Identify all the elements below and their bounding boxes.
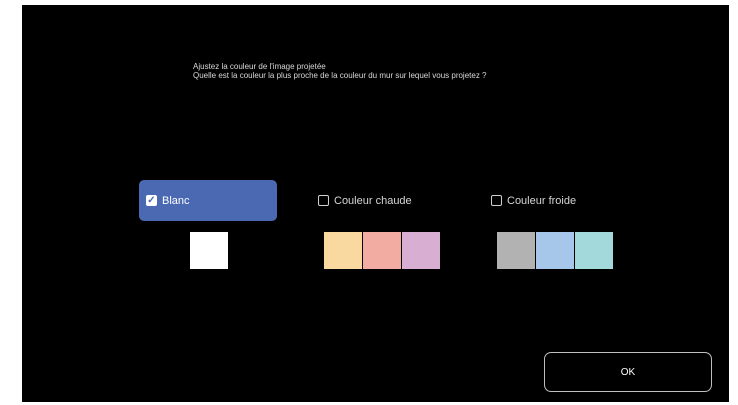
swatch	[575, 232, 613, 269]
prompt-text: Ajustez la couleur de l'image projetée Q…	[193, 62, 487, 80]
option-couleur-chaude[interactable]: Couleur chaude	[318, 180, 468, 221]
ok-button[interactable]: OK	[544, 352, 712, 392]
swatch	[363, 232, 401, 269]
swatch	[190, 232, 228, 269]
checkbox-unchecked-icon[interactable]	[491, 195, 502, 206]
swatch	[402, 232, 440, 269]
option-blanc-label: Blanc	[162, 194, 190, 207]
swatch	[536, 232, 574, 269]
option-couleur-froide[interactable]: Couleur froide	[491, 180, 641, 221]
option-blanc[interactable]: ✓ Blanc	[139, 180, 277, 221]
prompt-question: Quelle est la couleur la plus proche de …	[193, 71, 487, 80]
checkbox-unchecked-icon[interactable]	[318, 195, 329, 206]
swatch	[497, 232, 535, 269]
swatches-blanc	[190, 232, 228, 269]
prompt-title: Ajustez la couleur de l'image projetée	[193, 62, 326, 71]
swatches-couleur-chaude	[324, 232, 440, 269]
option-couleur-froide-label: Couleur froide	[507, 194, 577, 207]
projector-screen: Ajustez la couleur de l'image projetée Q…	[22, 5, 729, 402]
option-couleur-chaude-label: Couleur chaude	[334, 194, 412, 207]
checkbox-checked-icon[interactable]: ✓	[146, 195, 157, 206]
swatch	[324, 232, 362, 269]
swatches-couleur-froide	[497, 232, 613, 269]
